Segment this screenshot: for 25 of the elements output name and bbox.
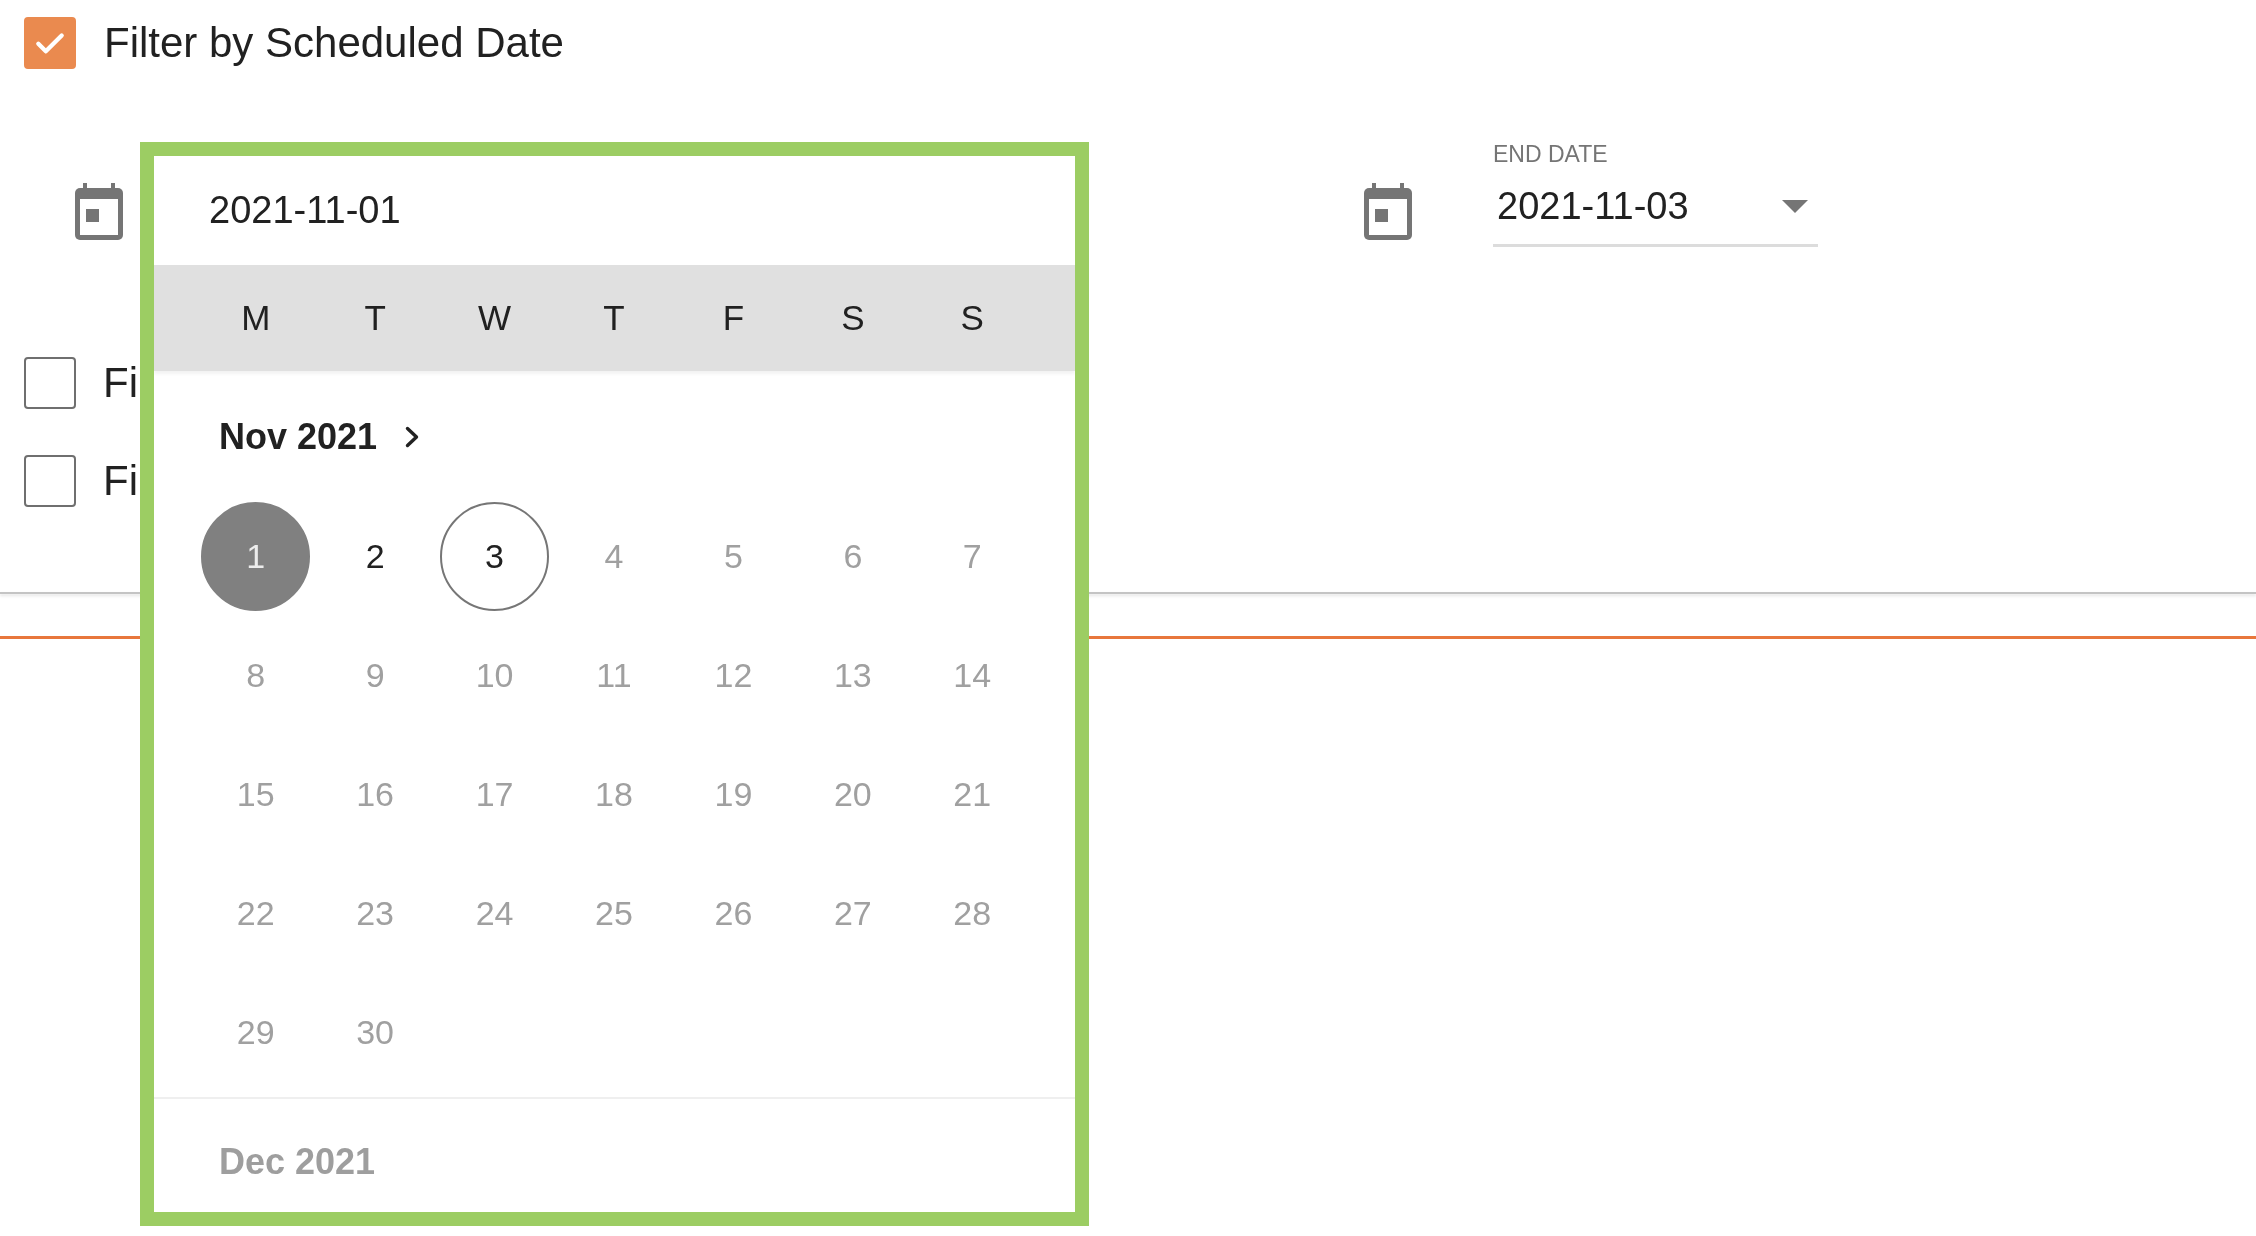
checkbox-label: Fi	[103, 358, 138, 408]
end-date-field[interactable]: 2021-11-03	[1493, 179, 1818, 247]
checkbox-label: Fi	[103, 456, 138, 506]
month-title: Nov 2021	[219, 416, 378, 458]
calendar-day[interactable]: 3	[440, 502, 550, 611]
field-label: END DATE	[1493, 140, 1609, 168]
weekday-label: S	[841, 298, 865, 338]
checkbox[interactable]	[24, 357, 76, 409]
checkbox-label: Filter by Scheduled Date	[104, 18, 564, 68]
calendar-day[interactable]: 2	[320, 502, 430, 611]
calendar-day[interactable]: 1	[201, 502, 311, 611]
weekday-label: M	[241, 298, 271, 338]
selected-date-text: 2021-11-01	[209, 189, 401, 232]
weekday-label: T	[603, 298, 625, 338]
weekday-label: T	[364, 298, 386, 338]
caret-icon	[1782, 200, 1808, 213]
weekday-label: F	[722, 298, 745, 338]
checkbox[interactable]	[24, 455, 76, 507]
checkbox[interactable]	[24, 17, 76, 69]
chevron-right-icon[interactable]	[405, 425, 420, 449]
weekday-label: W	[478, 298, 512, 338]
month-title: Dec 2021	[219, 1141, 376, 1183]
calendar-icon	[75, 183, 123, 240]
weekday-label: S	[960, 298, 984, 338]
calendar-icon	[1364, 183, 1412, 240]
